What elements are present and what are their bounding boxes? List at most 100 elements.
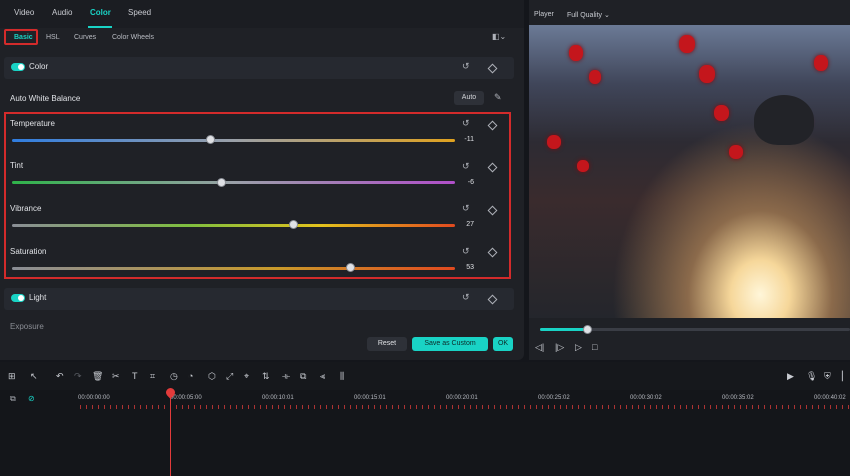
- color-section-label: Color: [29, 62, 49, 71]
- quality-value: Full Quality: [567, 12, 603, 19]
- temperature-slider-knob[interactable]: [206, 135, 215, 144]
- text-icon[interactable]: T: [132, 371, 138, 381]
- tint-slider-knob[interactable]: [217, 178, 226, 187]
- timecode: 00:00:25:02: [538, 395, 570, 401]
- light-section-label: Light: [29, 293, 47, 302]
- track-manager-icon[interactable]: ⧉: [10, 394, 16, 404]
- temperature-value[interactable]: -11: [452, 136, 474, 143]
- timecode: 00:00:30:02: [630, 395, 662, 401]
- vibrance-label: Vibrance: [10, 204, 42, 213]
- tab-color[interactable]: Color: [90, 8, 111, 17]
- delete-icon[interactable]: 🗑: [92, 371, 103, 382]
- subtab-curves[interactable]: Curves: [74, 34, 96, 41]
- tint-reset-icon[interactable]: ↺: [462, 161, 470, 172]
- vibrance-slider-knob[interactable]: [289, 220, 298, 229]
- helmet-silhouette: [754, 95, 814, 145]
- property-tabs: Video Audio Color Speed: [0, 0, 524, 28]
- compare-view-icon[interactable]: ◧⌄: [492, 32, 506, 41]
- lantern: [699, 65, 715, 83]
- auto-white-balance-label: Auto White Balance: [10, 94, 81, 103]
- temperature-reset-icon[interactable]: ↺: [462, 118, 470, 129]
- keyframe-icon[interactable]: [487, 63, 498, 74]
- light-reset-icon[interactable]: ↺: [462, 292, 470, 303]
- split-icon[interactable]: ⟛: [282, 371, 290, 382]
- tab-audio[interactable]: Audio: [52, 8, 72, 17]
- timer-icon[interactable]: ◷: [170, 371, 178, 382]
- subtab-color-wheels[interactable]: Color Wheels: [112, 34, 154, 41]
- timecode: 00:00:15:01: [354, 395, 386, 401]
- zoom-icon[interactable]: ⤢: [226, 371, 233, 382]
- active-tab-indicator: [88, 26, 112, 28]
- redo-icon[interactable]: ↷: [74, 371, 82, 382]
- layout-icon[interactable]: ⊞: [8, 371, 16, 382]
- select-icon[interactable]: ↖: [30, 371, 38, 382]
- eyedropper-icon[interactable]: ✎: [494, 92, 502, 103]
- timecode: 00:00:35:02: [722, 395, 754, 401]
- player-progress-knob[interactable]: [583, 325, 592, 334]
- temperature-label: Temperature: [10, 119, 55, 128]
- waveform-icon[interactable]: ⫼: [340, 371, 344, 382]
- adjust-icon[interactable]: ⇅: [262, 371, 270, 382]
- lantern: [577, 160, 589, 172]
- color-section-header: Color ↺: [4, 57, 514, 79]
- tint-slider[interactable]: [12, 181, 455, 184]
- lantern: [547, 135, 561, 149]
- timeline-toolbar: [0, 362, 850, 390]
- play-icon[interactable]: ▷: [575, 342, 582, 353]
- color-icon[interactable]: ◔: [188, 371, 193, 381]
- tint-value[interactable]: -6: [452, 179, 474, 186]
- light-keyframe-icon[interactable]: [487, 294, 498, 305]
- timeline-ruler[interactable]: ⧉ ⊘ 00:00:00:00 00:00:05:00 00:00:10:01 …: [0, 390, 850, 476]
- timecode: 00:00:00:00: [78, 395, 110, 401]
- color-toggle[interactable]: [11, 63, 25, 71]
- crop-icon[interactable]: ⌗: [150, 371, 155, 382]
- mask-icon[interactable]: ⬡: [208, 371, 216, 382]
- undo-icon[interactable]: ↶: [56, 371, 64, 382]
- light-toggle[interactable]: [11, 294, 25, 302]
- video-preview[interactable]: [529, 25, 850, 318]
- player-progress-fill: [540, 328, 586, 331]
- subtab-hsl[interactable]: HSL: [46, 34, 60, 41]
- stop-icon[interactable]: □: [592, 342, 597, 352]
- mic-icon[interactable]: 🎙: [806, 371, 817, 382]
- timecode: 00:00:10:01: [262, 395, 294, 401]
- render-icon[interactable]: ▶: [787, 371, 794, 382]
- temperature-slider[interactable]: [12, 139, 455, 142]
- light-section-header: Light ↺: [4, 288, 514, 310]
- save-as-custom-button[interactable]: Save as Custom: [412, 337, 488, 351]
- ok-button[interactable]: OK: [493, 337, 513, 351]
- lantern: [714, 105, 729, 121]
- vibrance-slider[interactable]: [12, 224, 455, 227]
- tab-video[interactable]: Video: [14, 8, 34, 17]
- saturation-slider-knob[interactable]: [346, 263, 355, 272]
- saturation-slider[interactable]: [12, 267, 455, 270]
- tab-speed[interactable]: Speed: [128, 8, 151, 17]
- subtab-basic-label: Basic: [14, 34, 33, 41]
- tint-label: Tint: [10, 161, 24, 170]
- vibrance-reset-icon[interactable]: ↺: [462, 203, 470, 214]
- link-icon[interactable]: ⊘: [28, 394, 35, 403]
- lantern: [569, 45, 583, 61]
- quality-dropdown[interactable]: Full Quality ⌄: [567, 11, 610, 19]
- exposure-label: Exposure: [10, 322, 44, 331]
- saturation-value[interactable]: 53: [452, 264, 474, 271]
- reset-icon[interactable]: ↺: [462, 61, 470, 72]
- saturation-label: Saturation: [10, 247, 47, 256]
- next-frame-icon[interactable]: |▷: [555, 342, 564, 353]
- vibrance-value[interactable]: 27: [452, 221, 474, 228]
- shield-icon[interactable]: ⛨: [824, 371, 831, 382]
- more-icon[interactable]: ▏: [842, 371, 849, 382]
- audio-ducking-icon[interactable]: ⫷: [320, 371, 325, 382]
- lantern: [729, 145, 743, 159]
- subtitle-icon[interactable]: ⧉: [300, 371, 306, 382]
- tag-icon[interactable]: ⌖: [244, 371, 249, 382]
- subtab-basic[interactable]: Basic: [4, 29, 38, 45]
- prev-frame-icon[interactable]: ◁|: [535, 342, 544, 353]
- lantern: [589, 70, 601, 84]
- lantern: [814, 55, 828, 71]
- saturation-reset-icon[interactable]: ↺: [462, 246, 470, 257]
- playhead-line[interactable]: [170, 390, 171, 476]
- auto-button[interactable]: Auto: [454, 91, 484, 105]
- reset-button[interactable]: Reset: [367, 337, 407, 351]
- cut-icon[interactable]: ✂: [112, 371, 120, 382]
